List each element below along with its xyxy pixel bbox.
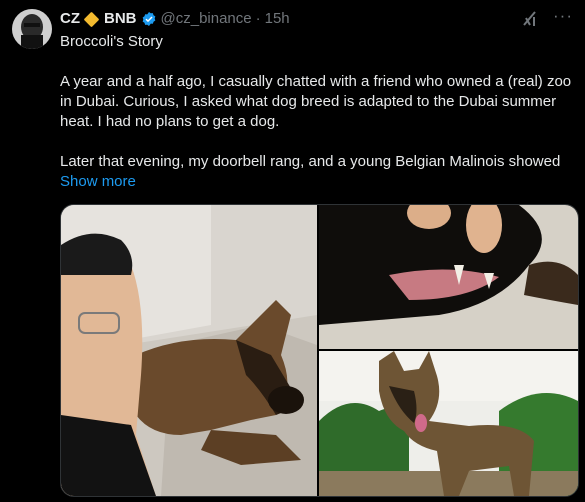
diamond-icon xyxy=(83,11,100,27)
author-handle[interactable]: @cz_binance xyxy=(161,9,252,29)
tweet-title: Broccoli's Story xyxy=(60,33,163,50)
media-photo-1[interactable] xyxy=(61,205,317,496)
author-avatar[interactable] xyxy=(12,9,52,49)
show-more-link[interactable]: Show more xyxy=(60,172,575,192)
tweet-paragraph-1: A year and a half ago, I casually chatte… xyxy=(60,73,572,130)
tweet-timestamp[interactable]: 15h xyxy=(265,9,290,29)
author-tag[interactable]: BNB xyxy=(104,9,137,29)
more-options-icon[interactable]: ··· xyxy=(553,6,573,26)
author-name[interactable]: CZ xyxy=(60,9,80,29)
tweet-header: CZ BNB @cz_binance · 15h ··· xyxy=(60,6,573,29)
tweet-body: Broccoli's Story A year and a half ago, … xyxy=(60,32,575,192)
tweet-paragraph-2: Later that evening, my doorbell rang, an… xyxy=(60,153,561,170)
media-grid xyxy=(60,204,579,497)
verified-badge-icon xyxy=(141,11,157,27)
grok-icon[interactable] xyxy=(521,10,539,28)
separator-dot: · xyxy=(255,10,261,27)
media-photo-2[interactable] xyxy=(319,205,578,349)
media-photo-3[interactable] xyxy=(319,351,578,496)
